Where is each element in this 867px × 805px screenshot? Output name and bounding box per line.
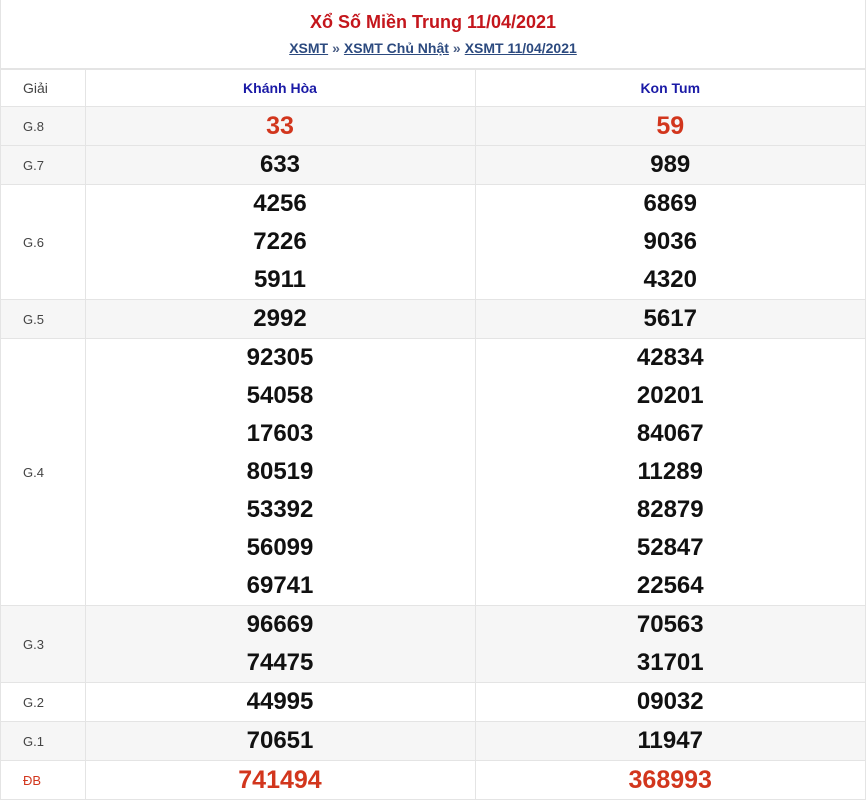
table-header-row: Giải Khánh Hòa Kon Tum: [1, 69, 865, 107]
prize-label: G.3: [1, 605, 85, 683]
prize-row-g7: G.7 633 989: [1, 145, 865, 185]
province-header-khanh-hoa: Khánh Hòa: [84, 69, 475, 107]
prize-row-g2: G.2 44995 09032: [1, 682, 865, 722]
result-number: 5617: [643, 305, 697, 332]
result-number: 6869: [643, 190, 697, 217]
result-number: 59: [656, 112, 685, 140]
province-header-kon-tum: Kon Tum: [474, 69, 865, 107]
prize-row-g4: G.4 92305 54058 17603 80519 53392 56099 …: [1, 338, 865, 606]
result-number: 54058: [246, 382, 314, 409]
special-prize-number: 368993: [628, 766, 712, 794]
breadcrumb-link-date[interactable]: XSMT 11/04/2021: [465, 40, 577, 56]
result-number: 53392: [246, 496, 314, 523]
breadcrumb: XSMT» XSMT Chủ Nhật» XSMT 11/04/2021: [1, 39, 865, 57]
result-number: 70563: [636, 611, 704, 638]
result-number: 52847: [636, 534, 704, 561]
prize-row-g5: G.5 2992 5617: [1, 299, 865, 339]
result-number: 22564: [636, 572, 704, 599]
prize-label: G.7: [1, 145, 85, 185]
breadcrumb-separator: »: [332, 40, 340, 56]
result-number: 633: [259, 151, 301, 178]
result-number: 96669: [246, 611, 314, 638]
breadcrumb-link-sunday[interactable]: XSMT Chủ Nhật: [344, 40, 449, 56]
result-number: 4256: [253, 190, 307, 217]
breadcrumb-link-xsmt[interactable]: XSMT: [289, 40, 328, 56]
result-number: 84067: [636, 420, 704, 447]
prize-label: G.5: [1, 299, 85, 339]
result-number: 2992: [253, 305, 307, 332]
prize-row-g3: G.3 96669 74475 70563 31701: [1, 605, 865, 683]
result-number: 56099: [246, 534, 314, 561]
result-number: 74475: [246, 649, 314, 676]
result-number: 92305: [246, 344, 314, 371]
result-number: 42834: [636, 344, 704, 371]
result-number: 80519: [246, 458, 314, 485]
result-number: 33: [266, 112, 294, 140]
result-number: 82879: [636, 496, 704, 523]
result-number: 69741: [246, 572, 314, 599]
prize-row-g1: G.1 70651 11947: [1, 721, 865, 761]
result-number: 70651: [246, 727, 314, 754]
special-prize-number: 741494: [238, 766, 322, 794]
results-table: Giải Khánh Hòa Kon Tum G.8 33 59 G.7 633…: [1, 69, 865, 799]
prize-column-header: Giải: [1, 69, 85, 107]
prize-row-g8: G.8 33 59: [1, 106, 865, 146]
result-number: 9036: [643, 228, 697, 255]
result-number: 31701: [636, 649, 704, 676]
prize-label: G.2: [1, 682, 85, 722]
page-title: Xổ Số Miền Trung 11/04/2021: [309, 12, 557, 32]
result-number: 11289: [637, 458, 703, 485]
prize-label-special: ĐB: [1, 760, 85, 799]
result-number: 11947: [637, 727, 703, 754]
prize-label: G.1: [1, 721, 85, 761]
result-number: 4320: [643, 266, 697, 293]
prize-row-g6: G.6 4256 7226 5911 6869 9036 4320: [1, 184, 865, 300]
result-number: 989: [650, 151, 691, 178]
result-number: 5911: [253, 266, 307, 293]
result-number: 7226: [253, 228, 307, 255]
prize-label: G.4: [1, 338, 85, 606]
result-number: 09032: [636, 688, 704, 715]
prize-label: G.8: [1, 106, 85, 146]
prize-label: G.6: [1, 184, 85, 300]
breadcrumb-separator: »: [452, 40, 461, 56]
result-number: 20201: [636, 382, 704, 409]
results-panel: Xổ Số Miền Trung 11/04/2021 XSMT» XSMT Ch…: [0, 0, 866, 800]
results-header: Xổ Số Miền Trung 11/04/2021 XSMT» XSMT Ch…: [1, 0, 865, 69]
result-number: 44995: [246, 688, 314, 715]
prize-row-special: ĐB 741494 368993: [1, 760, 865, 799]
result-number: 17603: [246, 420, 314, 447]
